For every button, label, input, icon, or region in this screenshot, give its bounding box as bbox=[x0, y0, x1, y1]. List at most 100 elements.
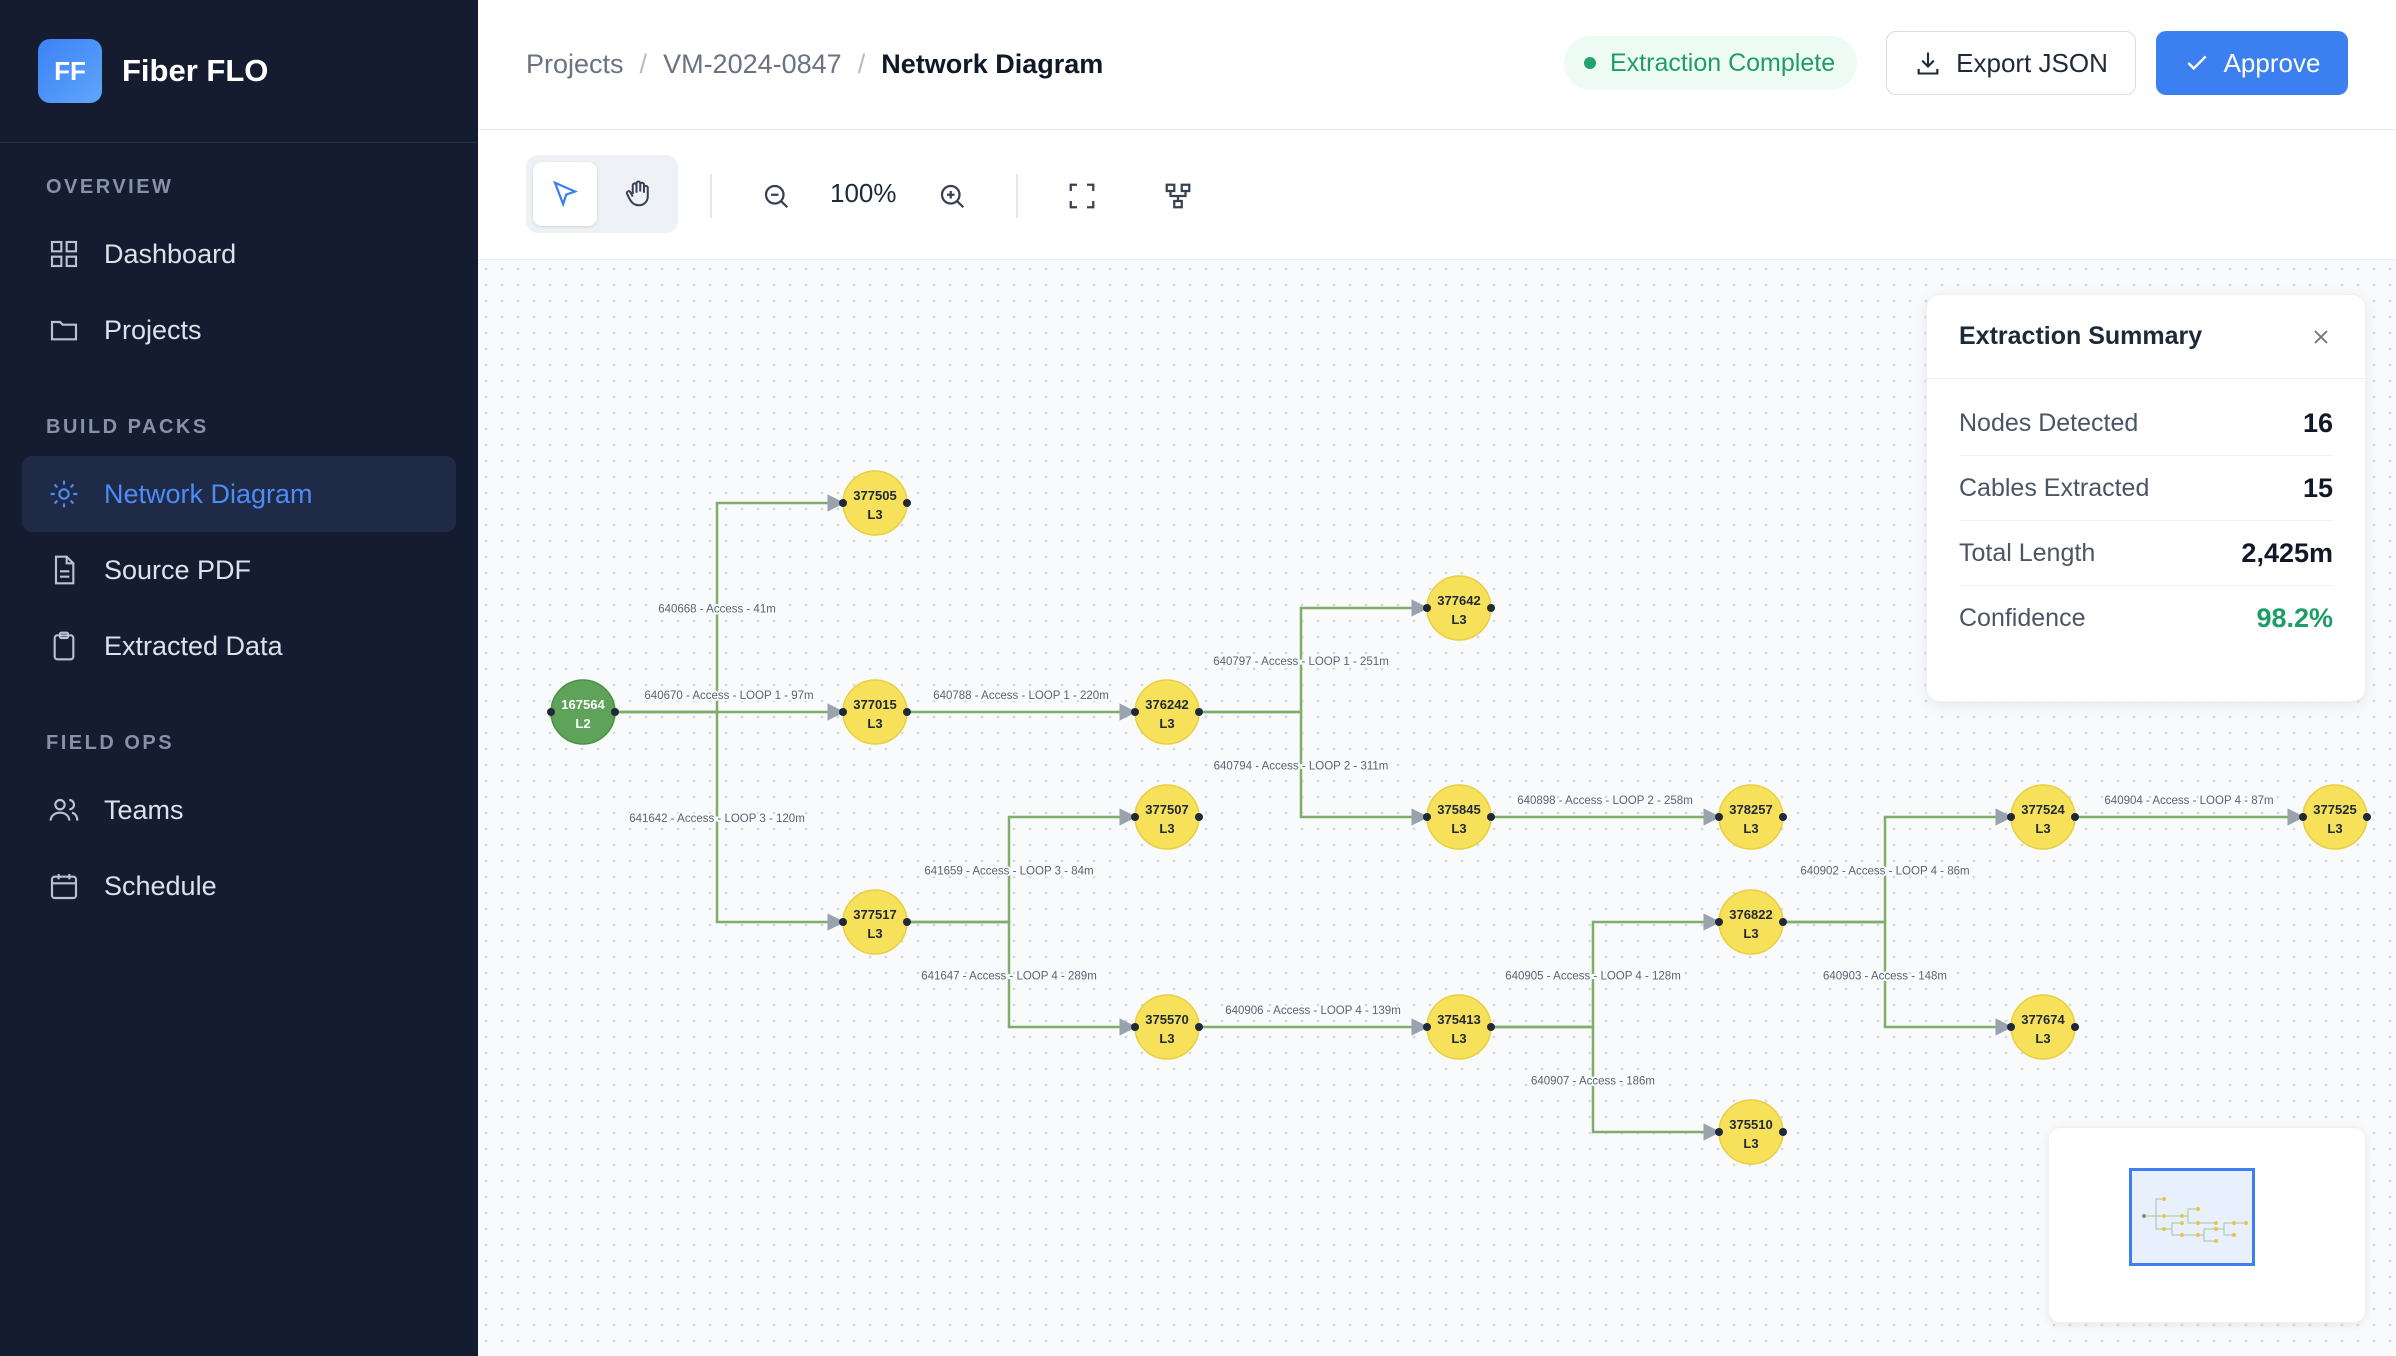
network-node[interactable]: 375845 L3 bbox=[1423, 784, 1495, 850]
folder-icon bbox=[46, 312, 82, 348]
sidebar-item-label: Projects bbox=[104, 314, 202, 345]
node-handle[interactable] bbox=[2007, 1023, 2015, 1031]
section-label-field-ops: FIELD OPS bbox=[46, 732, 175, 754]
app-logo[interactable]: FF bbox=[38, 39, 102, 103]
sidebar-item-network-diagram[interactable]: Network Diagram bbox=[22, 456, 456, 532]
network-node[interactable]: 167564 L2 bbox=[547, 679, 619, 745]
node-handle[interactable] bbox=[839, 499, 847, 507]
node-circle[interactable] bbox=[1134, 679, 1200, 745]
node-handle[interactable] bbox=[1487, 604, 1495, 612]
summary-label: Cables Extracted bbox=[1959, 473, 2150, 502]
minimap-viewport[interactable] bbox=[2129, 1168, 2255, 1266]
node-handle[interactable] bbox=[2007, 813, 2015, 821]
toolbar-divider bbox=[1016, 174, 1018, 218]
export-json-button[interactable]: Export JSON bbox=[1886, 31, 2136, 95]
node-handle[interactable] bbox=[839, 918, 847, 926]
node-handle[interactable] bbox=[1195, 708, 1203, 716]
summary-row-nodes: Nodes Detected 16 bbox=[1959, 391, 2333, 456]
sidebar-item-extracted-data[interactable]: Extracted Data bbox=[22, 608, 456, 684]
node-handle[interactable] bbox=[1779, 813, 1787, 821]
network-node[interactable]: 375570 L3 bbox=[1131, 994, 1203, 1060]
cable-label: 640898 - Access - LOOP 2 - 258m bbox=[1517, 795, 1693, 807]
breadcrumb-project-id[interactable]: VM-2024-0847 bbox=[663, 49, 842, 80]
node-handle[interactable] bbox=[1195, 1023, 1203, 1031]
tool-mode-group bbox=[526, 155, 678, 233]
node-handle[interactable] bbox=[1131, 708, 1139, 716]
node-handle[interactable] bbox=[2363, 813, 2371, 821]
node-handle[interactable] bbox=[1423, 604, 1431, 612]
node-handle[interactable] bbox=[2071, 813, 2079, 821]
minimap[interactable] bbox=[2048, 1127, 2366, 1323]
node-handle[interactable] bbox=[1779, 918, 1787, 926]
network-node[interactable]: 376242 L3 bbox=[1131, 679, 1203, 745]
network-node[interactable]: 375510 L3 bbox=[1715, 1099, 1787, 1165]
node-handle[interactable] bbox=[2071, 1023, 2079, 1031]
summary-value: 16 bbox=[2302, 407, 2333, 438]
node-circle[interactable] bbox=[842, 470, 908, 536]
node-circle[interactable] bbox=[1134, 784, 1200, 850]
node-circle[interactable] bbox=[1426, 575, 1492, 641]
node-circle[interactable] bbox=[1426, 784, 1492, 850]
node-handle[interactable] bbox=[1131, 1023, 1139, 1031]
select-tool-button[interactable] bbox=[533, 162, 597, 226]
network-node[interactable]: 377525 L3 bbox=[2299, 784, 2371, 850]
network-node[interactable]: 377642 L3 bbox=[1423, 575, 1495, 641]
sidebar-item-teams[interactable]: Teams bbox=[22, 772, 456, 848]
node-handle[interactable] bbox=[1487, 813, 1495, 821]
node-handle[interactable] bbox=[1487, 1023, 1495, 1031]
pan-tool-button[interactable] bbox=[607, 162, 671, 226]
node-circle[interactable] bbox=[1426, 994, 1492, 1060]
node-level: L3 bbox=[867, 926, 882, 941]
network-node[interactable]: 375413 L3 bbox=[1423, 994, 1495, 1060]
network-node[interactable]: 377517 L3 bbox=[839, 889, 911, 955]
node-handle[interactable] bbox=[1195, 813, 1203, 821]
node-circle[interactable] bbox=[550, 679, 616, 745]
network-node[interactable]: 376822 L3 bbox=[1715, 889, 1787, 955]
sidebar-item-dashboard[interactable]: Dashboard bbox=[22, 216, 456, 292]
node-circle[interactable] bbox=[842, 889, 908, 955]
canvas-toolbar: 100% bbox=[478, 130, 2396, 260]
network-node[interactable]: 377524 L3 bbox=[2007, 784, 2079, 850]
node-handle[interactable] bbox=[1423, 1023, 1431, 1031]
node-circle[interactable] bbox=[2302, 784, 2368, 850]
node-handle[interactable] bbox=[839, 708, 847, 716]
node-circle[interactable] bbox=[2010, 784, 2076, 850]
approve-button[interactable]: Approve bbox=[2156, 31, 2348, 95]
node-handle[interactable] bbox=[1715, 1128, 1723, 1136]
node-handle[interactable] bbox=[903, 708, 911, 716]
zoom-in-button[interactable] bbox=[920, 164, 984, 228]
zoom-out-button[interactable] bbox=[744, 164, 808, 228]
node-handle[interactable] bbox=[1779, 1128, 1787, 1136]
network-node[interactable]: 377674 L3 bbox=[2007, 994, 2079, 1060]
close-icon[interactable] bbox=[2309, 325, 2333, 349]
network-node[interactable]: 378257 L3 bbox=[1715, 784, 1787, 850]
node-handle[interactable] bbox=[1423, 813, 1431, 821]
node-handle[interactable] bbox=[1131, 813, 1139, 821]
node-handle[interactable] bbox=[547, 708, 555, 716]
network-node[interactable]: 377505 L3 bbox=[839, 470, 911, 536]
node-handle[interactable] bbox=[903, 918, 911, 926]
node-handle[interactable] bbox=[1715, 918, 1723, 926]
node-handle[interactable] bbox=[1715, 813, 1723, 821]
node-circle[interactable] bbox=[1718, 784, 1784, 850]
node-handle[interactable] bbox=[611, 708, 619, 716]
node-handle[interactable] bbox=[2299, 813, 2307, 821]
auto-layout-button[interactable] bbox=[1146, 164, 1210, 228]
network-node[interactable]: 377507 L3 bbox=[1131, 784, 1203, 850]
cable-label: 640794 - Access - LOOP 2 - 311m bbox=[1214, 761, 1389, 773]
node-level: L2 bbox=[575, 716, 590, 731]
sidebar-item-schedule[interactable]: Schedule bbox=[22, 848, 456, 924]
node-circle[interactable] bbox=[2010, 994, 2076, 1060]
node-circle[interactable] bbox=[1134, 994, 1200, 1060]
fit-view-button[interactable] bbox=[1050, 164, 1114, 228]
breadcrumb-projects[interactable]: Projects bbox=[526, 49, 624, 80]
node-circle[interactable] bbox=[1718, 889, 1784, 955]
sidebar-item-source-pdf[interactable]: Source PDF bbox=[22, 532, 456, 608]
node-level: L3 bbox=[2327, 821, 2342, 836]
node-handle[interactable] bbox=[903, 499, 911, 507]
node-circle[interactable] bbox=[842, 679, 908, 745]
network-node[interactable]: 377015 L3 bbox=[839, 679, 911, 745]
node-circle[interactable] bbox=[1718, 1099, 1784, 1165]
node-id: 375413 bbox=[1437, 1012, 1480, 1027]
sidebar-item-projects[interactable]: Projects bbox=[22, 292, 456, 368]
